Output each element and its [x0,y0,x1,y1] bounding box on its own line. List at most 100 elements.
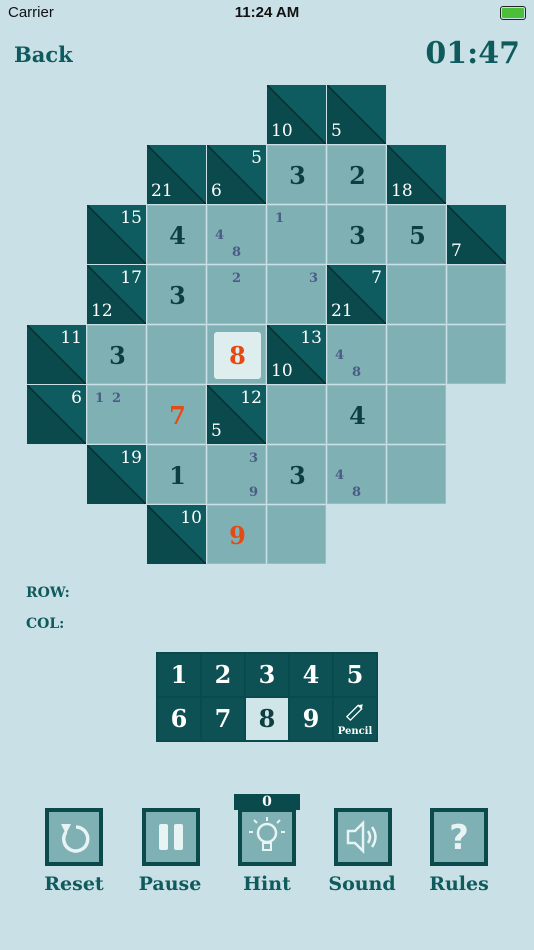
pencil-icon [345,704,363,722]
cell-value: 8 [229,341,246,370]
cell-value: 3 [109,341,126,370]
clue-across: 19 [120,448,142,468]
cell-value: 3 [349,221,366,250]
board-cell[interactable] [267,505,326,564]
keypad-key-8[interactable]: 8 [246,698,288,740]
clue-cell: 12 5 [207,385,266,444]
board-cell[interactable]: 48 [327,325,386,384]
clue-down: 5 [211,421,222,441]
pencil-mark: 3 [309,271,319,286]
cell-value: 3 [289,161,306,190]
board-cell[interactable]: 1 [147,445,206,504]
reset-icon [61,824,90,853]
cell-value: 2 [349,161,366,190]
clue-down: 5 [331,121,342,141]
clue-across: 10 [180,508,202,528]
board-cell[interactable]: 7 [147,385,206,444]
board-cell[interactable] [447,265,506,324]
clue-down: 12 [91,301,113,321]
board-cell[interactable]: 3 [267,265,326,324]
clue-cell: 15 [87,205,146,264]
board-cell[interactable] [147,325,206,384]
board-cell[interactable]: 12 [87,385,146,444]
clue-down: 21 [331,301,353,321]
pencil-label: Pencil [337,726,373,737]
reset-button[interactable] [45,808,103,866]
clue-cell: 19 [87,445,146,504]
cell-value: 3 [289,461,306,490]
clue-across: 6 [71,388,82,408]
keypad-key-3[interactable]: 3 [246,654,288,696]
clue-cell: 7 [447,205,506,264]
pencil-button[interactable]: Pencil [334,698,376,740]
board-cell[interactable] [267,385,326,444]
board-cell[interactable]: 3 [87,325,146,384]
lightbulb-icon [249,817,285,851]
cell-value: 5 [409,221,426,250]
board-cell[interactable]: 3 [147,265,206,324]
pencil-mark: 3 [249,451,259,466]
board-cell[interactable]: 8 [207,325,266,384]
cell-value: 7 [169,401,186,430]
pause-label: Pause [138,873,202,895]
cell-value: 9 [229,521,246,550]
pencil-mark: 4 [335,348,345,363]
pencil-mark: 8 [352,485,362,500]
pause-button[interactable] [142,808,200,866]
clue-cell: 5 [327,85,386,144]
clue-cell: 56 [207,145,266,204]
rules-button[interactable]: ? [430,808,488,866]
board-cell[interactable]: 3 [327,205,386,264]
clue-cell: 10 [267,85,326,144]
back-button[interactable]: Back [14,42,73,67]
board-cell[interactable] [387,265,446,324]
board-cell[interactable] [387,385,446,444]
board-cell[interactable]: 2 [207,265,266,324]
board-cell[interactable]: 39 [207,445,266,504]
hint-button[interactable] [238,808,296,866]
board-cell[interactable]: 4 [327,385,386,444]
clue-cell: 17 12 [87,265,146,324]
clock: 11:24 AM [234,4,300,21]
keypad-key-1[interactable]: 1 [158,654,200,696]
col-label: COL: [26,616,65,632]
keypad-key-7[interactable]: 7 [202,698,244,740]
row-label: ROW: [26,585,70,601]
clue-cell: 6 [27,385,86,444]
clue-cell: 7 21 [327,265,386,324]
pencil-mark: 2 [232,271,242,286]
clue-down: 7 [451,241,462,261]
board-cell[interactable]: 9 [207,505,266,564]
board-cell[interactable]: 48 [207,205,266,264]
sound-button[interactable] [334,808,392,866]
board-cell[interactable]: 3 [267,145,326,204]
keypad-key-6[interactable]: 6 [158,698,200,740]
game-timer: 01:47 [425,36,520,71]
keypad-key-5[interactable]: 5 [334,654,376,696]
keypad-key-4[interactable]: 4 [290,654,332,696]
clue-cell: 21 [147,145,206,204]
board-cell[interactable] [387,325,446,384]
clue-across: 12 [240,388,262,408]
keypad-key-9[interactable]: 9 [290,698,332,740]
clue-across: 5 [251,148,262,168]
clue-across: 15 [120,208,142,228]
clue-down: 21 [151,181,173,201]
cell-value: 1 [169,461,186,490]
board-cell[interactable]: 48 [327,445,386,504]
board-cell[interactable] [387,445,446,504]
pencil-mark: 4 [335,468,345,483]
board-cell[interactable]: 3 [267,445,326,504]
board-cell[interactable]: 1 [267,205,326,264]
keypad-key-2[interactable]: 2 [202,654,244,696]
clue-cell: 10 [147,505,206,564]
battery-icon [500,6,526,20]
board-cell[interactable]: 5 [387,205,446,264]
svg-text:?: ? [449,818,469,858]
board-cell[interactable]: 2 [327,145,386,204]
board-cell[interactable]: 4 [147,205,206,264]
pencil-mark: 8 [232,245,242,260]
status-bar: Carrier 11:24 AM [0,0,534,28]
cell-value: 4 [349,401,366,430]
board-cell[interactable] [447,325,506,384]
